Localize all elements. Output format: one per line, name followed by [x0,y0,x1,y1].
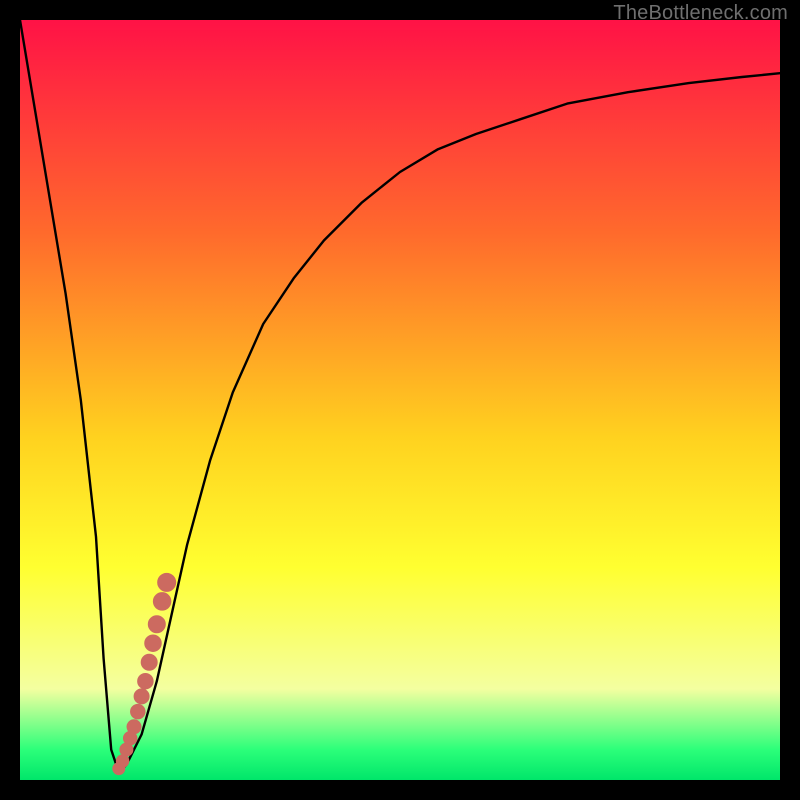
highlighted-point [138,673,154,689]
highlighted-point [145,635,162,652]
highlighted-point [116,755,129,768]
watermark-text: TheBottleneck.com [613,2,788,25]
highlighted-point [148,616,165,633]
highlighted-point [131,704,146,719]
chart-frame: TheBottleneck.com [0,0,800,800]
highlighted-point [153,593,171,611]
chart-svg [20,20,780,780]
highlighted-point [134,689,149,704]
highlighted-point [141,654,157,670]
plot-area [20,20,780,780]
highlighted-point [158,573,176,591]
highlighted-point [127,720,141,734]
gradient-background [20,20,780,780]
